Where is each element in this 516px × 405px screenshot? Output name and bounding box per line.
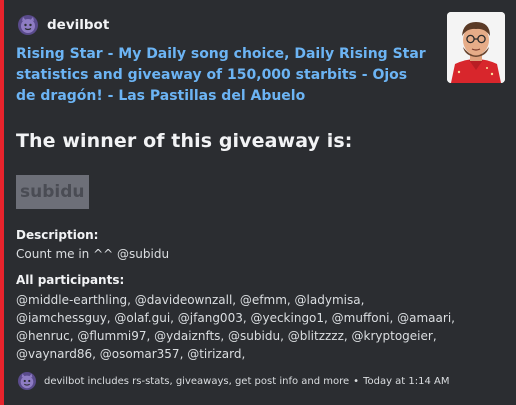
devil-face-icon [21,17,35,33]
participants-value: @middle-earthling, @davideownzall, @efmm… [16,293,455,361]
embed-author: devilbot [18,14,109,36]
footer-avatar [18,372,36,390]
devil-face-icon [20,373,34,389]
author-name[interactable]: devilbot [47,17,109,33]
embed-title-link[interactable]: Rising Star - My Daily song choice, Dail… [16,44,428,107]
author-avatar[interactable] [18,15,38,35]
giveaway-embed: devilbot Rising Star - My Daily song cho… [0,0,516,405]
avatar-illustration [447,12,505,83]
footer-timestamp: Today at 1:14 AM [363,375,450,387]
footer-text: devilbot includes rs-stats, giveaways, g… [44,376,450,387]
description-label: Description: [16,228,99,242]
participants-label: All participants: [16,273,125,287]
embed-footer: devilbot includes rs-stats, giveaways, g… [18,372,450,390]
embed-thumbnail[interactable] [447,12,505,83]
footer-separator: • [353,375,360,387]
winner-heading: The winner of this giveaway is: [16,130,353,152]
winner-spoiler[interactable]: subidu [16,175,89,209]
description-value: Count me in ^^ @subidu [16,247,170,261]
footer-description: devilbot includes rs-stats, giveaways, g… [44,375,350,387]
